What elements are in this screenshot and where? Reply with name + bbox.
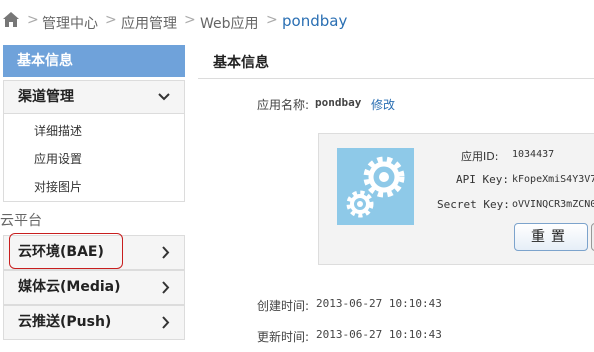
sidebar-section-label: 渠道管理 (18, 89, 74, 105)
chevron-right-icon (160, 306, 170, 352)
updated-time-value: 2013-06-27 10:10:43 (316, 328, 442, 341)
edit-app-name-link[interactable]: 修改 (371, 96, 395, 113)
sidebar: 基本信息 渠道管理 详细描述 应用设置 对接图片 云平台 云环境(BAE) 媒体… (0, 45, 185, 348)
sidebar-item-app-settings[interactable]: 应用设置 (34, 150, 82, 167)
secret-key-label: Secret Key: (437, 198, 510, 211)
app-name-value: pondbay (315, 96, 362, 109)
app-id-label: 应用ID: (461, 150, 499, 163)
page-title: 基本信息 (213, 55, 269, 71)
breadcrumb: > 管理中心 > 应用管理 > Web应用 > pondbay (0, 0, 594, 42)
api-key-value: kFopeXmiS4Y3V7 (512, 174, 594, 185)
home-icon[interactable] (2, 11, 20, 28)
breadcrumb-item-admin-center[interactable]: 管理中心 (42, 13, 98, 33)
sidebar-item-docking-images[interactable]: 对接图片 (34, 178, 82, 195)
breadcrumb-item-web-app[interactable]: Web应用 (200, 13, 259, 33)
sidebar-item-label: 云推送(Push) (18, 314, 112, 330)
sidebar-submenu: 详细描述 应用设置 对接图片 (3, 114, 185, 202)
sidebar-item-label: 媒体云(Media) (18, 279, 121, 295)
breadcrumb-separator: > (105, 12, 117, 28)
sidebar-item-media[interactable]: 媒体云(Media) (3, 270, 185, 305)
sidebar-item-detail-description[interactable]: 详细描述 (34, 122, 82, 139)
sidebar-item-basic-info[interactable]: 基本信息 (3, 45, 185, 77)
breadcrumb-separator: > (266, 12, 278, 28)
breadcrumb-separator: > (27, 12, 39, 28)
breadcrumb-separator: > (184, 12, 196, 28)
sidebar-item-push[interactable]: 云推送(Push) (3, 305, 185, 340)
gears-icon (337, 148, 414, 225)
api-key-label: API Key: (456, 173, 509, 186)
updated-time-label: 更新时间: (257, 330, 310, 344)
cloud-platform-heading: 云平台 (0, 213, 42, 229)
highlight-annotation (9, 233, 123, 269)
reset-button[interactable]: 重置 (514, 223, 588, 251)
breadcrumb-current: pondbay (282, 12, 348, 30)
divider (198, 78, 594, 79)
created-time-value: 2013-06-27 10:10:43 (316, 297, 442, 310)
created-time-label: 创建时间: (257, 299, 310, 313)
breadcrumb-item-app-management[interactable]: 应用管理 (121, 13, 177, 33)
app-name-label: 应用名称: (257, 98, 310, 112)
sidebar-section-channel-management[interactable]: 渠道管理 (3, 80, 185, 114)
secret-key-value: oVVINQCR3mZCN0 (512, 199, 594, 210)
app-id-value: 1034437 (512, 149, 555, 160)
